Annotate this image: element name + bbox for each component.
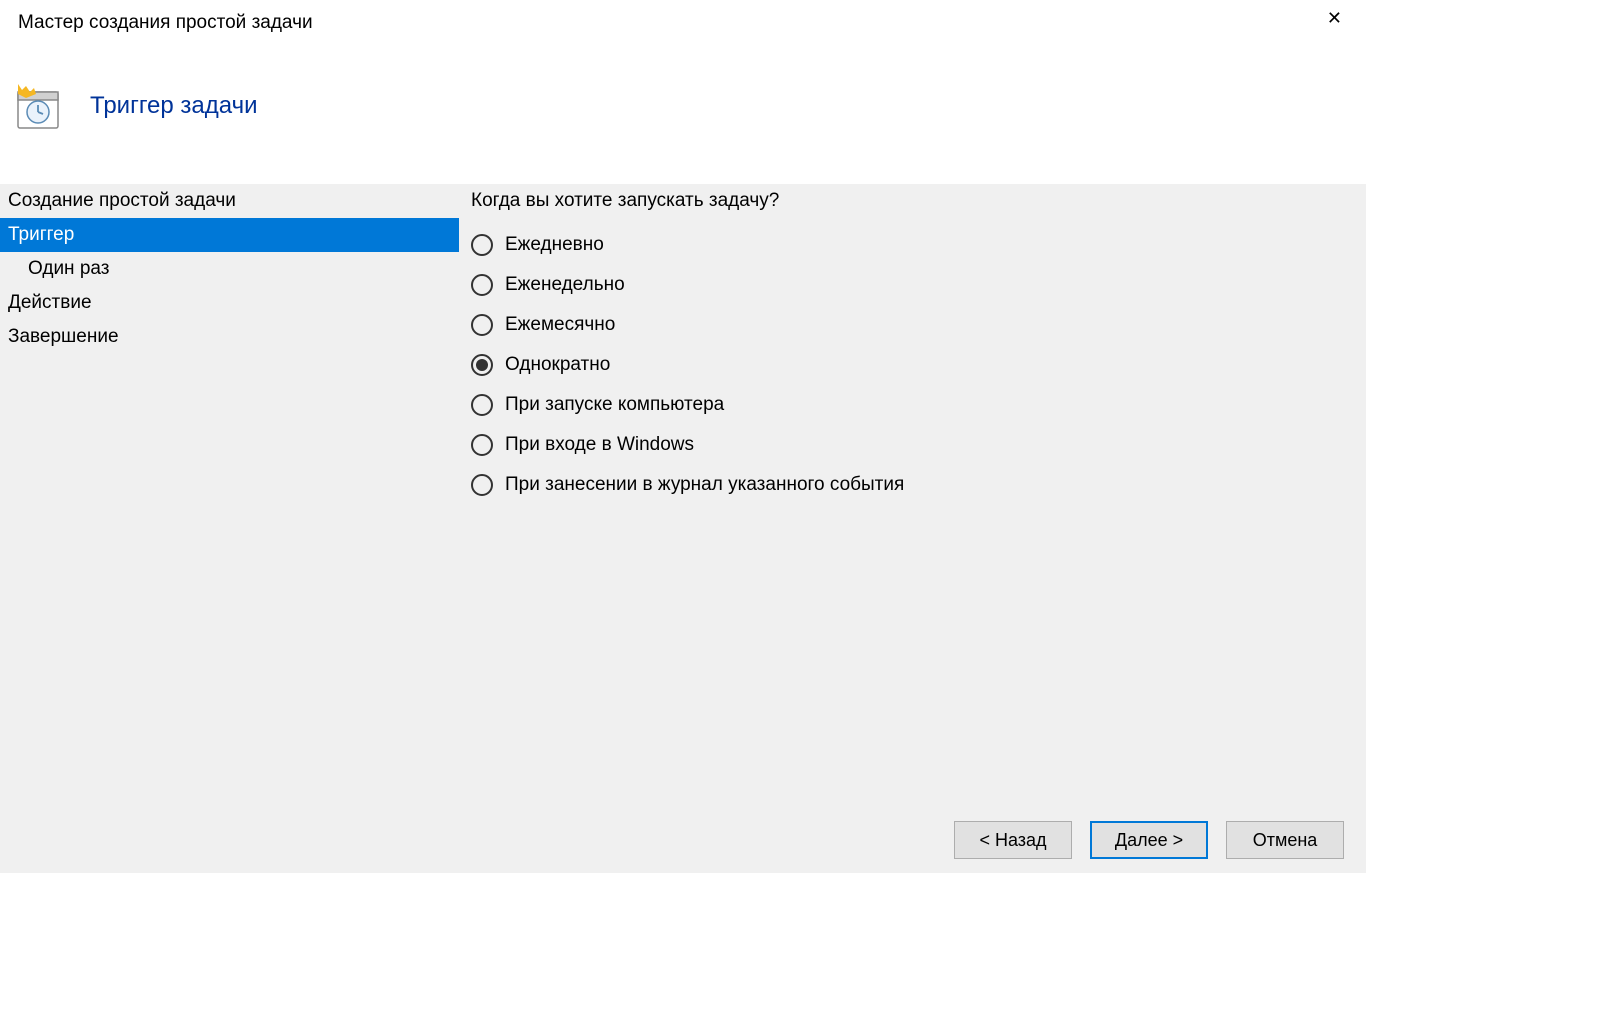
back-button[interactable]: < Назад [954,821,1072,859]
titlebar: Мастер создания простой задачи ✕ [0,0,1366,44]
radio-icon [471,474,493,496]
radio-on-event[interactable]: При занесении в журнал указанного событи… [471,474,1354,496]
task-scheduler-icon [12,80,64,132]
radio-weekly[interactable]: Еженедельно [471,274,1354,296]
main-panel: Когда вы хотите запускать задачу? Ежедне… [459,184,1366,807]
radio-label: При занесении в журнал указанного событи… [505,474,904,496]
wizard-sidebar: Создание простой задачи Триггер Один раз… [0,184,459,807]
radio-label: При входе в Windows [505,434,694,456]
wizard-header: Триггер задачи [0,44,1366,184]
content-area: Создание простой задачи Триггер Один раз… [0,184,1366,807]
close-icon[interactable]: ✕ [1321,8,1348,29]
sidebar-item-once[interactable]: Один раз [0,252,459,286]
wizard-footer: < Назад Далее > Отмена [0,807,1366,873]
next-button[interactable]: Далее > [1090,821,1208,859]
radio-label: Однократно [505,354,610,376]
window-title: Мастер создания простой задачи [18,12,313,34]
radio-icon [471,434,493,456]
radio-label: Ежемесячно [505,314,615,336]
radio-icon [471,394,493,416]
radio-monthly[interactable]: Ежемесячно [471,314,1354,336]
trigger-radio-group: Ежедневно Еженедельно Ежемесячно Однокра… [471,234,1354,496]
radio-icon [471,314,493,336]
radio-at-logon[interactable]: При входе в Windows [471,434,1354,456]
radio-daily[interactable]: Ежедневно [471,234,1354,256]
radio-at-startup[interactable]: При запуске компьютера [471,394,1354,416]
sidebar-item-create-task[interactable]: Создание простой задачи [0,184,459,218]
radio-label: Ежедневно [505,234,604,256]
radio-label: При запуске компьютера [505,394,724,416]
sidebar-item-trigger[interactable]: Триггер [0,218,459,252]
radio-icon [471,274,493,296]
radio-icon [471,354,493,376]
radio-icon [471,234,493,256]
sidebar-item-finish[interactable]: Завершение [0,320,459,354]
trigger-question: Когда вы хотите запускать задачу? [471,184,1354,212]
radio-label: Еженедельно [505,274,625,296]
page-title: Триггер задачи [90,92,258,120]
radio-once[interactable]: Однократно [471,354,1354,376]
sidebar-item-action[interactable]: Действие [0,286,459,320]
cancel-button[interactable]: Отмена [1226,821,1344,859]
